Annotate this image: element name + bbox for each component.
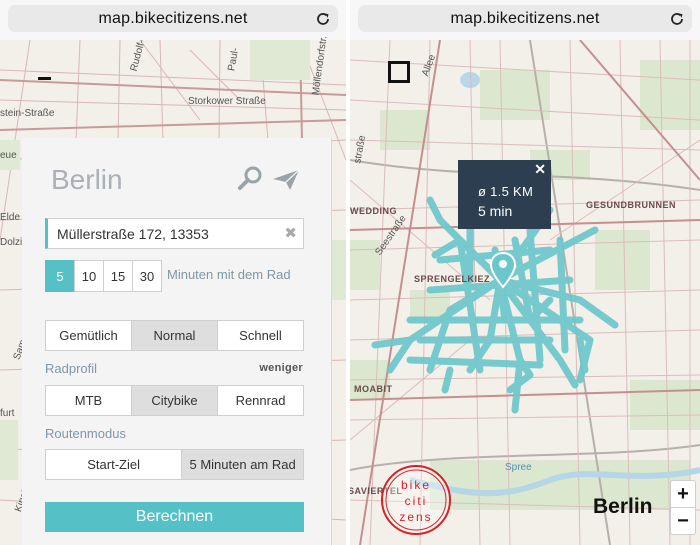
calculate-button[interactable]: Berechnen bbox=[45, 502, 304, 532]
mode-5-minuten-button[interactable]: 5 Minuten am Rad bbox=[181, 449, 304, 480]
isochrone-popup: ✕ ø 1.5 KM 5 min bbox=[458, 160, 551, 229]
bikecitizens-logo[interactable]: bike citi zens bbox=[380, 464, 452, 536]
profile-rennrad-button[interactable]: Rennrad bbox=[217, 385, 304, 416]
fullscreen-icon[interactable] bbox=[388, 61, 410, 83]
river-label: Spree bbox=[505, 462, 532, 473]
speed-schnell-button[interactable]: Schnell bbox=[217, 320, 304, 351]
minutes-10-button[interactable]: 10 bbox=[74, 260, 104, 292]
right-browser-toolbar: map.bikecitizens.net bbox=[350, 0, 700, 40]
reload-icon[interactable] bbox=[314, 10, 332, 28]
popup-distance: ø 1.5 KM bbox=[478, 184, 534, 199]
address-field[interactable]: ✖ bbox=[45, 218, 304, 249]
clear-icon[interactable]: ✖ bbox=[284, 224, 297, 242]
bike-profile-selector: MTB Citybike Rennrad bbox=[45, 385, 304, 416]
minutes-5-button[interactable]: 5 bbox=[45, 260, 75, 292]
minutes-selector: 5 10 15 30 bbox=[45, 260, 162, 292]
mode-start-ziel-button[interactable]: Start-Ziel bbox=[45, 449, 183, 480]
street-label: stein-Straße bbox=[0, 108, 55, 119]
speed-normal-button[interactable]: Normal bbox=[131, 320, 218, 351]
district-label: GESUNDBRUNNEN bbox=[586, 200, 677, 210]
right-url-text: map.bikecitizens.net bbox=[450, 10, 600, 27]
right-browser-pane: map.bikecitizens.net WEDDING GESUNDBRUNN… bbox=[350, 0, 700, 545]
district-label: WEDDING bbox=[350, 206, 397, 216]
popup-time: 5 min bbox=[478, 203, 513, 219]
zoom-control: + − bbox=[670, 480, 696, 535]
search-icon[interactable] bbox=[237, 165, 263, 191]
logo-line: citi bbox=[405, 494, 428, 508]
district-label: MOABIT bbox=[354, 384, 393, 394]
speed-gemuetlich-button[interactable]: Gemütlich bbox=[45, 320, 132, 351]
map-city-label: Berlin bbox=[593, 495, 653, 518]
street-label: eue bbox=[0, 150, 17, 161]
minutes-15-button[interactable]: 15 bbox=[103, 260, 133, 292]
left-browser-toolbar: map.bikecitizens.net bbox=[0, 0, 346, 40]
address-input[interactable] bbox=[57, 219, 277, 248]
street-label: furt bbox=[0, 408, 15, 419]
minutes-label: Minuten mit dem Rad bbox=[167, 267, 291, 282]
close-icon[interactable]: ✕ bbox=[534, 161, 546, 178]
left-url-text: map.bikecitizens.net bbox=[98, 10, 248, 27]
speed-selector: Gemütlich Normal Schnell bbox=[45, 320, 304, 351]
profile-citybike-button[interactable]: Citybike bbox=[131, 385, 218, 416]
street-label: Elde bbox=[0, 212, 21, 223]
zoom-out-button[interactable]: − bbox=[671, 508, 695, 535]
logo-line: zens bbox=[399, 510, 432, 524]
district-label: SPRENGELKIEZ bbox=[414, 274, 491, 284]
route-mode-selector: Start-Ziel 5 Minuten am Rad bbox=[45, 449, 304, 480]
zoom-in-button[interactable]: + bbox=[671, 481, 695, 508]
minutes-30-button[interactable]: 30 bbox=[132, 260, 162, 292]
panel-city-title: Berlin bbox=[51, 164, 123, 195]
left-browser-pane: map.bikecitizens.net Storkower Straße Ru… bbox=[0, 0, 346, 545]
less-options-link[interactable]: weniger bbox=[259, 362, 303, 374]
left-address-bar[interactable]: map.bikecitizens.net bbox=[8, 5, 338, 32]
profile-mtb-button[interactable]: MTB bbox=[45, 385, 132, 416]
reload-icon[interactable] bbox=[668, 10, 686, 28]
bike-profile-label: Radprofil bbox=[45, 361, 98, 376]
send-location-icon[interactable] bbox=[272, 169, 300, 191]
right-address-bar[interactable]: map.bikecitizens.net bbox=[358, 5, 692, 32]
search-panel: Berlin ✖ 5 10 15 30 Minuten mit dem Rad … bbox=[22, 138, 332, 545]
logo-line: bike bbox=[401, 478, 431, 492]
zoom-out-button[interactable] bbox=[38, 77, 51, 80]
route-mode-label: Routenmodus bbox=[45, 426, 126, 441]
street-label: Storkower Straße bbox=[188, 96, 266, 107]
